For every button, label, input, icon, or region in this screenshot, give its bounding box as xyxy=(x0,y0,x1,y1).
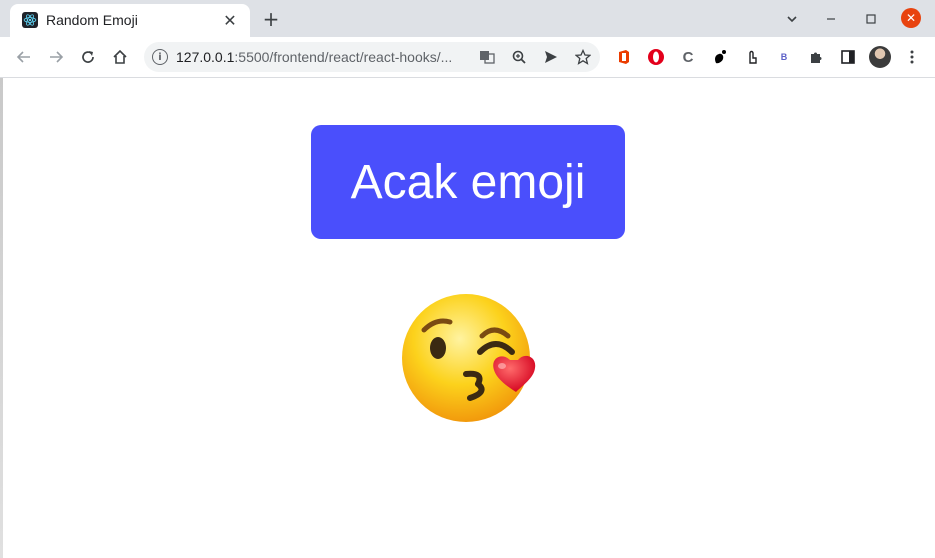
more-menu-icon[interactable] xyxy=(902,47,922,67)
react-icon xyxy=(22,12,38,28)
c-icon[interactable]: C xyxy=(678,47,698,67)
tab-random-emoji[interactable]: Random Emoji ✕ xyxy=(10,4,250,37)
back-arrow-icon[interactable] xyxy=(12,45,36,69)
touch-icon[interactable] xyxy=(742,47,762,67)
home-icon[interactable] xyxy=(108,45,132,69)
opera-icon[interactable] xyxy=(646,47,666,67)
zoom-icon[interactable] xyxy=(510,48,528,66)
translate-icon[interactable] xyxy=(478,48,496,66)
url-text[interactable]: 127.0.0.1:5500/frontend/react/react-hook… xyxy=(176,49,452,65)
close-icon[interactable]: ✕ xyxy=(220,10,240,30)
avatar[interactable] xyxy=(869,46,891,68)
sidepanel-icon[interactable] xyxy=(838,47,858,67)
window-edge xyxy=(0,78,3,558)
random-emoji-button[interactable]: Acak emoji xyxy=(311,125,625,239)
gnome-icon[interactable] xyxy=(710,47,730,67)
send-icon[interactable] xyxy=(542,48,560,66)
url-host: 127.0.0.1 xyxy=(176,49,235,65)
browser-toolbar: i 127.0.0.1:5500/frontend/react/react-ho… xyxy=(0,37,935,78)
tab-strip: Random Emoji ✕ + ✕ xyxy=(0,0,935,37)
window-close-icon[interactable]: ✕ xyxy=(901,8,921,28)
maximize-icon[interactable] xyxy=(860,8,882,30)
info-icon[interactable]: i xyxy=(152,49,168,65)
minimize-icon[interactable] xyxy=(820,8,842,30)
url-path: :5500/frontend/react/react-hooks/... xyxy=(234,49,453,65)
face-blowing-a-kiss-icon xyxy=(398,292,538,424)
office-icon[interactable] xyxy=(614,47,634,67)
new-tab-plus-icon[interactable]: + xyxy=(260,7,282,31)
chevron-down-icon[interactable] xyxy=(781,8,803,30)
b-icon[interactable]: B xyxy=(774,47,794,67)
forward-arrow-icon[interactable] xyxy=(44,45,68,69)
tab-title: Random Emoji xyxy=(46,12,138,28)
reload-icon[interactable] xyxy=(76,45,100,69)
puzzle-icon[interactable] xyxy=(806,47,826,67)
address-bar[interactable]: i 127.0.0.1:5500/frontend/react/react-ho… xyxy=(144,42,600,72)
star-icon[interactable] xyxy=(574,48,592,66)
